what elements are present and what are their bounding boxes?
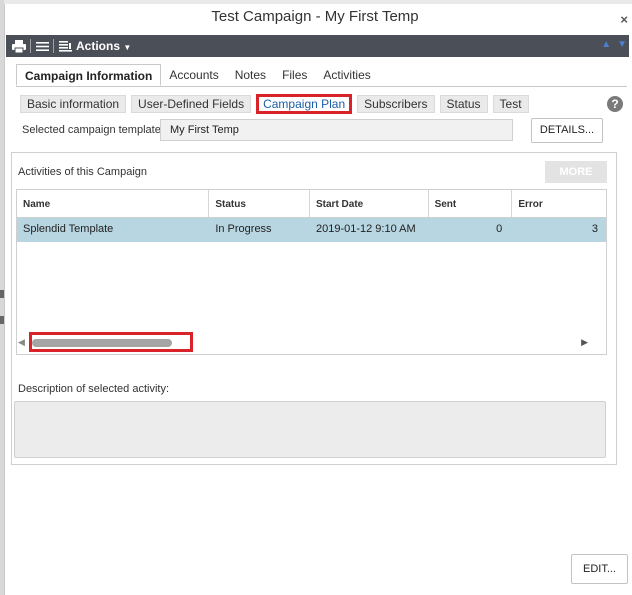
campaign-dialog: Test Campaign - My First Temp × Actions … — [4, 4, 632, 595]
scroll-left-icon[interactable]: ◀ — [18, 337, 25, 348]
dialog-title: Test Campaign - My First Temp — [211, 8, 419, 25]
template-field: My First Temp — [160, 119, 513, 141]
close-icon[interactable]: × — [620, 12, 628, 27]
actions-list-icon — [56, 37, 74, 55]
tab-accounts[interactable]: Accounts — [161, 64, 226, 86]
subtab-subscribers[interactable]: Subscribers — [357, 95, 435, 113]
tabs-divider — [16, 86, 627, 87]
toolbar-separator — [30, 39, 31, 53]
details-button[interactable]: DETAILS... — [531, 118, 603, 143]
subtab-status[interactable]: Status — [439, 95, 488, 113]
table-row[interactable]: Splendid Template In Progress 2019-01-12… — [17, 218, 606, 242]
tab-notes[interactable]: Notes — [227, 64, 274, 86]
grid-header: Name Status Start Date Sent Error — [17, 190, 606, 218]
activities-panel: Activities of this Campaign MORE Name St… — [11, 152, 617, 465]
activities-grid: Name Status Start Date Sent Error Splend… — [16, 189, 607, 355]
scroll-right-icon[interactable]: ▶ — [581, 337, 588, 348]
column-header-error[interactable]: Error — [512, 190, 606, 217]
description-label: Description of selected activity: — [18, 383, 170, 395]
list-icon[interactable] — [33, 37, 51, 55]
cell-sent: 0 — [496, 223, 503, 235]
template-label: Selected campaign template — [22, 124, 161, 136]
toolbar-separator — [53, 39, 54, 53]
subtab-basic-information[interactable]: Basic information — [20, 95, 127, 113]
subtab-user-defined-fields[interactable]: User-Defined Fields — [131, 95, 252, 113]
cell-error: 3 — [591, 223, 598, 235]
main-tabs: Campaign Information Accounts Notes File… — [16, 64, 379, 86]
subtab-campaign-plan[interactable]: Campaign Plan — [256, 94, 353, 114]
arrow-up-icon[interactable]: ▲ — [601, 39, 611, 50]
description-textarea[interactable] — [14, 401, 606, 458]
tab-files[interactable]: Files — [274, 64, 315, 86]
activities-title: Activities of this Campaign — [18, 166, 147, 178]
tab-activities[interactable]: Activities — [315, 64, 378, 86]
subtab-test[interactable]: Test — [492, 95, 529, 113]
column-header-sent[interactable]: Sent — [429, 190, 513, 217]
cell-status: In Progress — [215, 223, 272, 235]
toolbar: Actions ▼ ▲ ▼ — [6, 35, 629, 57]
actions-label: Actions — [76, 39, 121, 53]
actions-menu[interactable]: Actions ▼ — [76, 39, 131, 53]
arrow-down-icon[interactable]: ▼ — [617, 39, 627, 50]
edit-button[interactable]: EDIT... — [571, 554, 628, 584]
scrollbar-highlight — [29, 332, 193, 352]
tab-campaign-information[interactable]: Campaign Information — [16, 64, 162, 86]
chevron-down-icon: ▼ — [123, 43, 132, 52]
print-icon[interactable] — [10, 37, 28, 55]
column-header-start-date[interactable]: Start Date — [310, 190, 429, 217]
help-icon[interactable]: ? — [607, 96, 623, 112]
column-header-name[interactable]: Name — [17, 190, 210, 217]
cell-start-date: 2019-01-12 9:10 AM — [315, 223, 416, 235]
column-header-status[interactable]: Status — [209, 190, 310, 217]
cell-name: Splendid Template — [23, 223, 114, 235]
more-button: MORE — [545, 161, 607, 183]
subtabs: Basic information User-Defined Fields Ca… — [20, 94, 529, 114]
